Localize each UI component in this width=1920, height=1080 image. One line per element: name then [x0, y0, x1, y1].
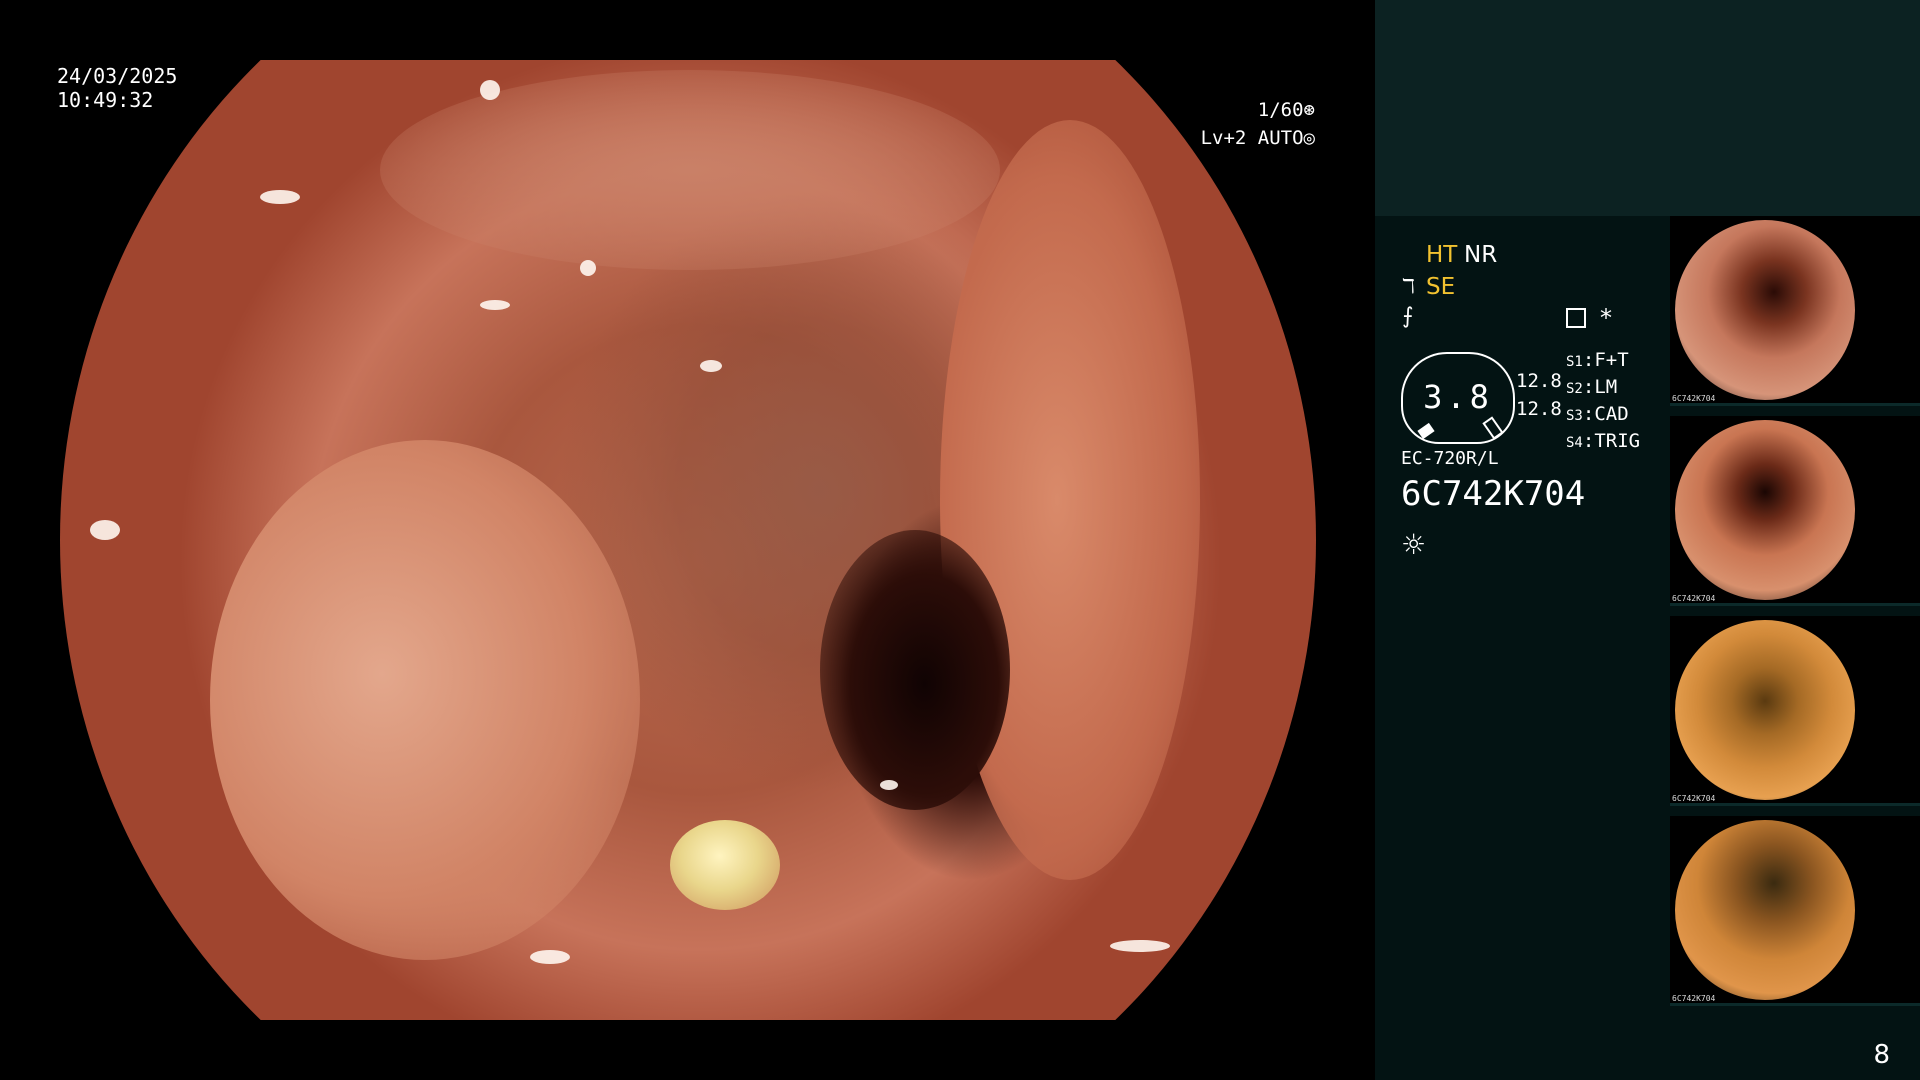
mucosal-fold-left [210, 440, 640, 960]
date-text: 24/03/2025 [57, 64, 178, 88]
scope-model: EC-720R/L [1401, 448, 1499, 469]
thumbnail-label: 6C742K704 [1672, 394, 1716, 403]
captured-thumbnails: 6C742K704 6C742K704 6C742K704 6C742K704 [1670, 216, 1920, 1016]
thumbnail-label: 6C742K704 [1672, 594, 1716, 603]
time-text: 10:49:32 [57, 88, 154, 112]
thumbnail-label: 6C742K704 [1672, 994, 1716, 1003]
nr-indicator: NR [1464, 242, 1498, 268]
shutter-text: 1/60 [1257, 99, 1304, 121]
thumbnail-label: 6C742K704 [1672, 794, 1716, 803]
switch-row-s4: S4:TRIG [1566, 430, 1641, 452]
brightness-gauge: 3.8 [1401, 352, 1515, 444]
switch-row-s3: S3:CAD [1566, 403, 1629, 425]
mode-text: AUTO [1257, 127, 1304, 149]
gauge-left-marker [1417, 422, 1435, 440]
scope-serial: 6C742K704 [1401, 474, 1586, 514]
light-source-icon: ☼ [1401, 528, 1427, 561]
thumbnail-3[interactable]: 6C742K704 [1670, 616, 1920, 806]
thumbnail-1[interactable]: 6C742K704 [1670, 216, 1920, 406]
memory-icon [1566, 308, 1586, 328]
endoscope-video [60, 60, 1316, 1020]
gauge-left-value: 12.8 [1516, 370, 1562, 392]
switch-row-s1: S1:F+T [1566, 349, 1629, 371]
asterisk-mark: * [1600, 304, 1612, 332]
aperture-icon: ⊛ [1303, 99, 1315, 121]
thumbnail-4[interactable]: 6C742K704 [1670, 816, 1920, 1006]
switch-row-s2: S2:LM [1566, 376, 1618, 398]
gauge-right-value: 12.8 [1516, 398, 1562, 420]
mucosal-fold-top [380, 70, 1000, 270]
freeze-icon: ⨍ [1402, 304, 1414, 329]
se-indicator: SE [1426, 274, 1456, 300]
switch-assignments: S1:F+T S2:LM S3:CAD S4:TRIG [1566, 348, 1640, 456]
yellow-polyp [670, 820, 780, 910]
auto-exposure-icon: ◎ [1303, 127, 1315, 149]
datetime-readout: 24/03/2025 10:49:32 [57, 64, 177, 112]
structure-enhance-icon: ℸ [1402, 274, 1415, 298]
level-text: Lv+2 [1200, 127, 1247, 149]
ht-indicator: HT [1426, 242, 1458, 268]
gauge-value: 3.8 [1423, 378, 1493, 416]
panel-header-area [1375, 0, 1920, 216]
lumen [820, 530, 1010, 810]
exposure-readout: 1/60⊛ Lv+2 AUTO◎ [1201, 96, 1315, 152]
page-number: 8 [1873, 1040, 1890, 1070]
thumbnail-2[interactable]: 6C742K704 [1670, 416, 1920, 606]
